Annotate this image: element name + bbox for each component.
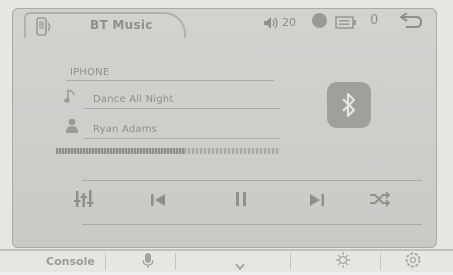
signal-icon — [312, 13, 327, 28]
divider — [66, 80, 274, 81]
divider — [82, 180, 422, 181]
bluetooth-icon — [327, 82, 371, 128]
back-icon[interactable] — [398, 12, 424, 29]
volume-icon[interactable] — [263, 15, 279, 29]
battery-icon — [335, 14, 357, 29]
next-track-icon — [309, 192, 325, 211]
page-title: BT Music — [90, 18, 153, 32]
brightness-icon[interactable] — [335, 251, 351, 273]
microphone-icon[interactable] — [142, 252, 154, 273]
footer-separator — [105, 253, 106, 270]
volume-level: 20 — [282, 16, 296, 29]
previous-track-icon — [150, 192, 166, 211]
track-title: Dance All Night — [93, 94, 174, 105]
equalizer-button[interactable] — [70, 190, 98, 212]
device-label: IPHONE — [70, 67, 110, 78]
footer-separator — [380, 253, 381, 270]
artist-name: Ryan Adams — [93, 124, 158, 135]
progress-fill — [56, 148, 184, 154]
settings-icon[interactable] — [404, 251, 422, 273]
next-track-button[interactable] — [303, 190, 331, 212]
pause-icon — [234, 191, 248, 211]
divider — [84, 108, 280, 109]
footer-separator — [290, 253, 291, 270]
equalizer-icon — [74, 189, 94, 213]
footer-separator — [175, 253, 176, 270]
person-icon — [66, 118, 78, 137]
shuffle-button[interactable] — [366, 190, 394, 212]
music-note-icon — [64, 88, 76, 108]
shuffle-icon — [369, 191, 391, 211]
footer-divider — [0, 249, 453, 251]
phone-icon — [36, 17, 52, 37]
previous-track-button[interactable] — [144, 190, 172, 212]
divider — [82, 224, 422, 225]
chevron-down-icon[interactable] — [235, 256, 245, 275]
console-button[interactable]: Console — [46, 255, 95, 268]
indicator-number: 0 — [370, 13, 379, 28]
divider — [84, 138, 280, 139]
pause-button[interactable] — [227, 190, 255, 212]
